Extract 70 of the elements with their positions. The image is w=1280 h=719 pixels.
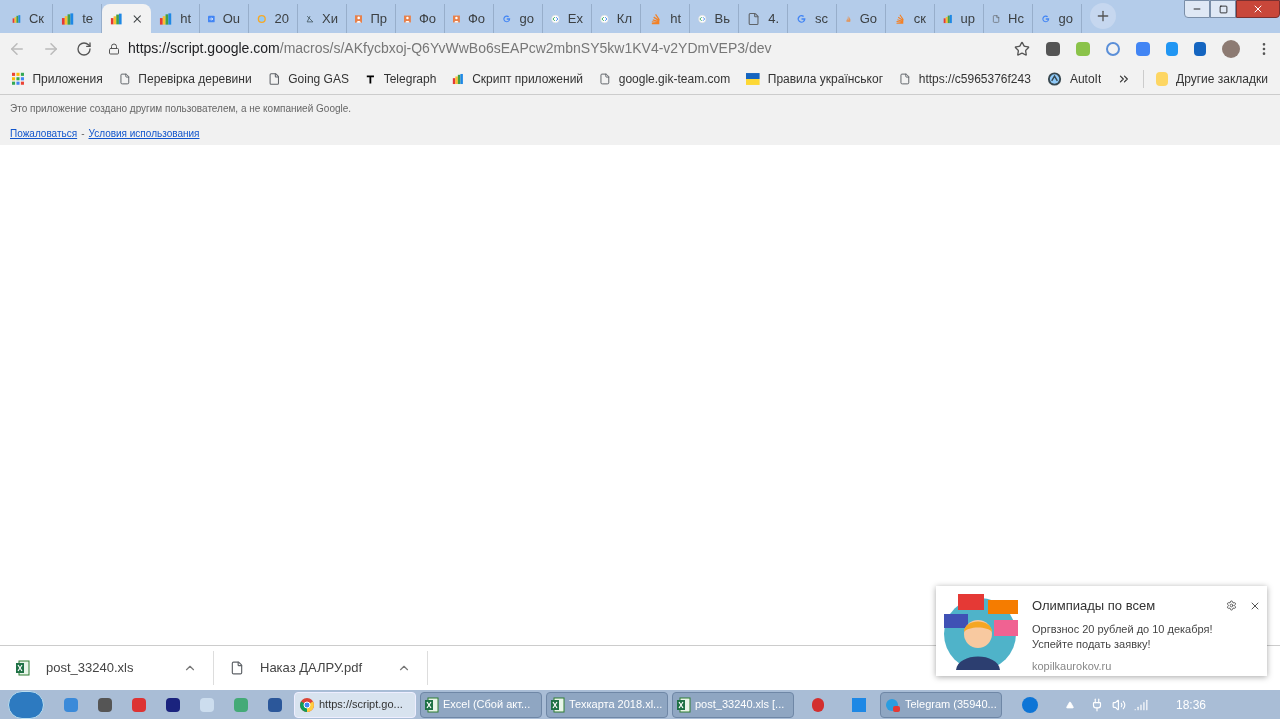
start-button[interactable] — [8, 690, 44, 719]
spreadsheet-icon — [425, 696, 439, 713]
power-icon[interactable] — [1090, 697, 1104, 712]
bookmark-link[interactable]: Скрипт приложений — [452, 70, 584, 88]
minimize-button[interactable] — [1184, 0, 1210, 18]
bookmark-link[interactable]: Telegraph — [364, 70, 437, 88]
document-icon — [118, 72, 131, 86]
reload-icon[interactable] — [76, 40, 92, 57]
spreadsheet-icon — [677, 696, 691, 713]
avatar[interactable] — [1222, 39, 1240, 58]
extension-icon[interactable] — [1046, 41, 1060, 56]
spreadsheet-icon — [16, 660, 30, 676]
browser-tab[interactable] — [102, 4, 151, 33]
lock-icon — [108, 42, 120, 55]
notification-title: Олимпиады по всем — [1032, 597, 1157, 615]
show-hidden-icons-icon[interactable] — [1066, 700, 1074, 709]
signal-icon[interactable] — [1134, 697, 1148, 712]
new-tab-button[interactable] — [1090, 3, 1116, 29]
extension-icon[interactable] — [1166, 41, 1178, 56]
other-bookmarks-folder[interactable]: Другие закладки — [1143, 70, 1280, 88]
bookmark-link[interactable]: Приложения — [12, 70, 103, 88]
plus-icon — [1095, 8, 1111, 24]
chat-icon — [885, 696, 901, 713]
close-icon — [1252, 3, 1264, 15]
browser-icon — [299, 696, 315, 713]
bookmark-link[interactable]: https://c5965376f243 — [899, 70, 1031, 88]
separator-text: - — [81, 127, 85, 141]
bookmark-link[interactable]: Going GAS — [267, 70, 349, 88]
document-icon — [599, 72, 611, 86]
spreadsheet-icon — [551, 696, 565, 713]
script-icon — [61, 11, 75, 26]
download-item[interactable]: post_33240.xls — [0, 651, 214, 685]
terms-link[interactable]: Условия использования — [88, 126, 200, 141]
extension-icon[interactable] — [1136, 41, 1150, 56]
pinned-app-icon[interactable] — [166, 697, 180, 712]
document-icon — [747, 11, 761, 26]
volume-icon[interactable] — [1112, 697, 1126, 712]
script-icon — [159, 11, 173, 26]
circle-logo-icon — [1046, 71, 1062, 87]
bookmark-link[interactable]: google.gik-team.com — [599, 70, 731, 88]
notice-text: Это приложение создано другим пользователем, а не компанией Google. — [10, 102, 353, 116]
pinned-app-icon[interactable] — [98, 697, 112, 712]
document-icon — [267, 72, 281, 86]
notification-body: Оргвзнос 20 рублей до 10 декабря! Успейте подать заявку! — [1032, 621, 1214, 652]
apps-grid-icon — [12, 72, 25, 86]
download-item[interactable]: Наказ ДАЛРУ.pdf — [214, 651, 428, 685]
stack-icon — [649, 11, 663, 26]
t-letter-icon — [364, 73, 376, 85]
flag-icon — [746, 72, 760, 86]
folder-icon — [1156, 72, 1169, 86]
document-icon — [899, 72, 911, 86]
script-icon — [452, 72, 465, 86]
bookmark-link[interactable]: Перевірка деревини — [118, 70, 252, 88]
bookmark-star-icon[interactable] — [1014, 40, 1030, 57]
report-link[interactable]: Пожаловаться — [10, 126, 78, 141]
bookmark-link[interactable]: AutoIt — [1046, 70, 1102, 88]
close-button[interactable] — [1236, 0, 1280, 18]
document-icon — [230, 661, 244, 675]
extension-icon[interactable] — [1194, 41, 1206, 56]
settings-icon[interactable] — [1226, 600, 1237, 612]
taskbar-window-button[interactable]: https://script.go... — [294, 691, 416, 718]
notification-source: kopilkaurokov.ru — [1032, 658, 1113, 674]
maximize-icon — [1218, 4, 1228, 14]
bookmark-link[interactable]: Правила українськог — [746, 70, 884, 88]
remote-app-icon[interactable] — [1022, 696, 1038, 713]
address-field[interactable]: https://script.google.com/macros/s/AKfycbxoj-Q6YvWwBo6sEAPcw2mbnSY5kw1KV4-v2YDmVEP3/dev — [128, 38, 998, 59]
pinned-app-icon[interactable] — [268, 697, 282, 712]
script-icon — [110, 11, 123, 26]
maximize-button[interactable] — [1210, 0, 1236, 18]
extension-icon[interactable] — [1106, 41, 1120, 56]
